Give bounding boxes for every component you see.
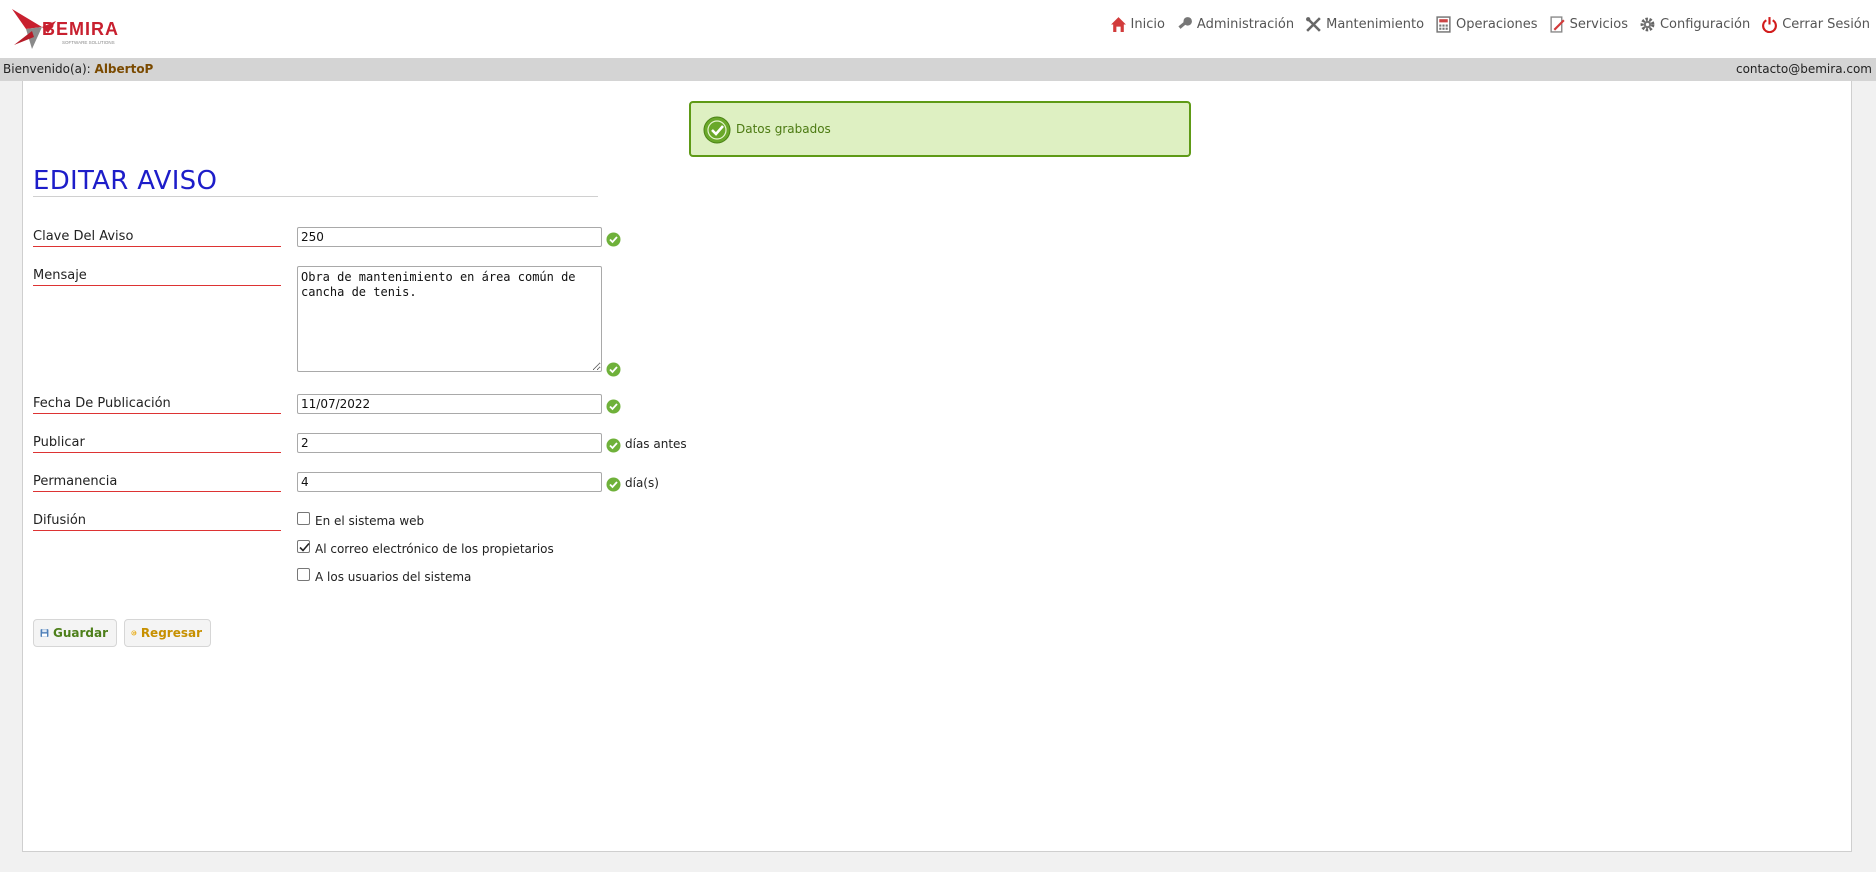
nav-cerrar-sesion-label: Cerrar Sesión [1782,17,1870,32]
key-icon [1178,17,1192,29]
nav-configuracion-label: Configuración [1659,17,1751,32]
gear-icon [1640,17,1655,32]
fecha-label: Fecha De Publicación [33,396,281,414]
difusion-usuarios-label[interactable]: A los usuarios del sistema [315,570,471,584]
welcome-prefix: Bienvenido(a): [3,62,91,76]
home-icon [1110,17,1126,32]
permanencia-suffix: día(s) [625,476,659,490]
checkmark-icon [299,542,310,552]
clave-input[interactable] [297,227,602,247]
nav-mantenimiento-label: Mantenimiento [1326,17,1425,32]
permanencia-label: Permanencia [33,474,281,492]
success-notice: Datos grabados [689,101,1191,157]
header: BEMIRA SOFTWARE SOLUTIONS Inicio Adminis… [0,0,1876,58]
nav-mantenimiento[interactable]: Mantenimiento [1305,16,1424,33]
back-button-label: Regresar [140,626,202,640]
nav-servicios-label: Servicios [1569,17,1628,32]
notice-text: Datos grabados [736,122,831,136]
difusion-label: Difusión [33,513,281,531]
power-icon [1762,17,1778,33]
nav-configuracion[interactable]: Configuración [1639,16,1750,33]
permanencia-input[interactable] [297,472,602,492]
publicar-label: Publicar [33,435,281,453]
difusion-web-label[interactable]: En el sistema web [315,514,424,528]
valid-check-icon [606,232,621,247]
valid-check-icon [606,477,621,492]
nav-inicio[interactable]: Inicio [1110,16,1165,33]
difusion-correo-checkbox[interactable] [297,540,310,553]
check-circle-icon [703,116,731,144]
welcome-text: Bienvenido(a): AlbertoP [3,58,153,81]
document-edit-icon [1550,16,1565,33]
nav-operaciones[interactable]: Operaciones [1435,16,1538,33]
floppy-disk-icon [40,629,49,637]
username: AlbertoP [94,62,154,76]
valid-check-icon [606,399,621,414]
nav-inicio-label: Inicio [1130,17,1165,32]
back-arrow-icon [131,630,137,636]
mensaje-textarea[interactable]: Obra de mantenimiento en área común de c… [297,266,602,372]
publicar-input[interactable] [297,433,602,453]
main-nav: Inicio Administración Mantenimiento Oper… [1099,16,1870,33]
user-bar: Bienvenido(a): AlbertoP contacto@bemira.… [0,58,1876,81]
logo-brand-name: BEMIRA [42,19,119,39]
clave-label: Clave Del Aviso [33,229,281,247]
tools-icon [1306,17,1321,32]
valid-check-icon [606,438,621,453]
bemira-logo-mark: BEMIRA SOFTWARE SOLUTIONS [12,9,119,49]
calculator-icon [1436,16,1451,33]
content-panel: Datos grabados EDITAR AVISO Clave Del Av… [22,81,1852,852]
contact-email[interactable]: contacto@bemira.com [1736,58,1872,81]
logo-tagline: SOFTWARE SOLUTIONS [62,40,115,45]
difusion-correo-label[interactable]: Al correo electrónico de los propietario… [315,542,554,556]
nav-servicios[interactable]: Servicios [1549,16,1628,33]
page-title: EDITAR AVISO [33,167,598,197]
save-button[interactable]: Guardar [33,619,117,647]
nav-cerrar-sesion[interactable]: Cerrar Sesión [1761,16,1870,33]
nav-administracion[interactable]: Administración [1176,16,1294,33]
difusion-usuarios-checkbox[interactable] [297,568,310,581]
bemira-logo[interactable]: BEMIRA SOFTWARE SOLUTIONS [12,7,142,51]
publicar-suffix: días antes [625,437,687,451]
back-button[interactable]: Regresar [124,619,211,647]
mensaje-label: Mensaje [33,268,281,286]
nav-operaciones-label: Operaciones [1456,17,1538,32]
valid-check-icon [606,362,621,377]
nav-administracion-label: Administración [1196,17,1295,32]
fecha-input[interactable] [297,394,602,414]
save-button-label: Guardar [52,626,108,640]
difusion-web-checkbox[interactable] [297,512,310,525]
